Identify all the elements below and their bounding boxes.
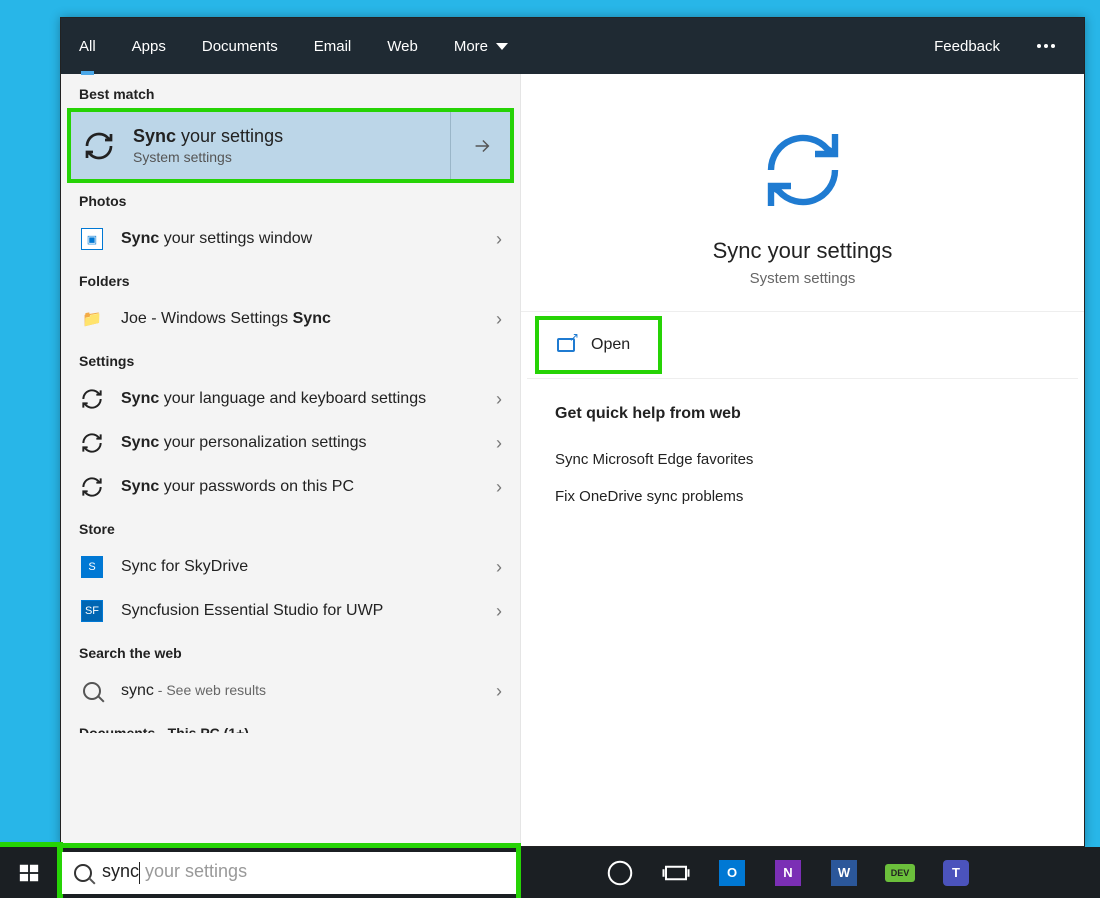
windows-icon	[18, 862, 40, 884]
help-link-edge-favorites[interactable]: Sync Microsoft Edge favorites	[555, 441, 1050, 478]
detail-pane: Sync your settings System settings Open …	[521, 74, 1084, 846]
cortana-icon[interactable]	[605, 858, 635, 888]
sync-icon	[81, 128, 117, 164]
tab-more[interactable]: More	[436, 18, 526, 74]
taskbar: sync your settings O N W DEV T	[0, 847, 1100, 898]
tab-all[interactable]: All	[61, 18, 114, 74]
expand-arrow-button[interactable]	[450, 110, 512, 181]
tab-web[interactable]: Web	[369, 18, 436, 74]
search-icon	[79, 678, 105, 704]
start-button[interactable]	[0, 847, 58, 898]
sync-icon	[79, 430, 105, 456]
section-folders: Folders	[61, 261, 520, 297]
outlook-icon[interactable]: O	[717, 858, 747, 888]
taskbar-apps: O N W DEV T	[516, 847, 1060, 898]
app-icon: SF	[79, 598, 105, 624]
sync-icon	[755, 122, 851, 218]
results-pane: Best match Sync your settings System set…	[61, 74, 521, 846]
help-link-onedrive-sync[interactable]: Fix OneDrive sync problems	[555, 478, 1050, 515]
result-sync-language[interactable]: Sync your language and keyboard settings…	[61, 377, 520, 421]
section-photos: Photos	[61, 181, 520, 217]
folder-icon: 📁	[79, 306, 105, 332]
onenote-icon[interactable]: N	[773, 858, 803, 888]
tab-documents[interactable]: Documents	[184, 18, 296, 74]
section-store: Store	[61, 509, 520, 545]
open-button[interactable]: Open	[547, 324, 650, 366]
result-folder-joe-sync[interactable]: 📁 Joe - Windows Settings Sync ›	[61, 297, 520, 341]
quick-help-section: Get quick help from web Sync Microsoft E…	[521, 379, 1084, 541]
chevron-right-icon: ›	[496, 477, 502, 498]
search-tabs-bar: All Apps Documents Email Web More Feedba…	[61, 18, 1084, 74]
detail-title: Sync your settings	[713, 238, 893, 264]
section-web: Search the web	[61, 633, 520, 669]
result-photos-sync-window[interactable]: ▣ Sync your settings window ›	[61, 217, 520, 261]
chevron-right-icon: ›	[496, 601, 502, 622]
search-placeholder: your settings	[140, 861, 247, 881]
section-settings: Settings	[61, 341, 520, 377]
sync-icon	[79, 386, 105, 412]
result-sync-personalization[interactable]: Sync your personalization settings ›	[61, 421, 520, 465]
taskbar-search-input[interactable]: sync your settings	[62, 852, 516, 894]
best-match-subtitle: System settings	[133, 149, 283, 165]
chevron-right-icon: ›	[496, 681, 502, 702]
word-icon[interactable]: W	[829, 858, 859, 888]
search-window: All Apps Documents Email Web More Feedba…	[60, 17, 1085, 847]
dev-icon[interactable]: DEV	[885, 858, 915, 888]
window-icon: ▣	[79, 226, 105, 252]
tab-email[interactable]: Email	[296, 18, 370, 74]
search-icon	[74, 864, 92, 882]
detail-header: Sync your settings System settings	[521, 74, 1084, 312]
chevron-right-icon: ›	[496, 557, 502, 578]
chevron-right-icon: ›	[496, 433, 502, 454]
ellipsis-icon	[1036, 44, 1056, 48]
best-match-title: Sync your settings	[133, 126, 283, 147]
open-icon	[557, 338, 575, 352]
result-sync-passwords[interactable]: Sync your passwords on this PC ›	[61, 465, 520, 509]
sync-icon	[79, 474, 105, 500]
chevron-down-icon	[496, 43, 508, 50]
chevron-right-icon: ›	[496, 229, 502, 250]
best-match-result[interactable]: Sync your settings System settings	[69, 110, 512, 181]
tab-apps[interactable]: Apps	[114, 18, 184, 74]
result-store-skydrive[interactable]: S Sync for SkyDrive ›	[61, 545, 520, 589]
chevron-right-icon: ›	[496, 309, 502, 330]
quick-help-heading: Get quick help from web	[555, 405, 1050, 423]
task-view-icon[interactable]	[661, 858, 691, 888]
result-web-sync[interactable]: sync - See web results ›	[61, 669, 520, 713]
section-best-match: Best match	[61, 74, 520, 110]
feedback-link[interactable]: Feedback	[916, 18, 1018, 74]
result-store-syncfusion[interactable]: SF Syncfusion Essential Studio for UWP ›	[61, 589, 520, 633]
section-documents-cut: Documents - This PC (1+)	[61, 713, 520, 733]
app-icon: S	[79, 554, 105, 580]
detail-subtitle: System settings	[750, 270, 856, 287]
chevron-right-icon: ›	[496, 389, 502, 410]
more-options-button[interactable]	[1018, 18, 1074, 74]
teams-icon[interactable]: T	[941, 858, 971, 888]
search-typed-text: sync	[102, 861, 139, 881]
